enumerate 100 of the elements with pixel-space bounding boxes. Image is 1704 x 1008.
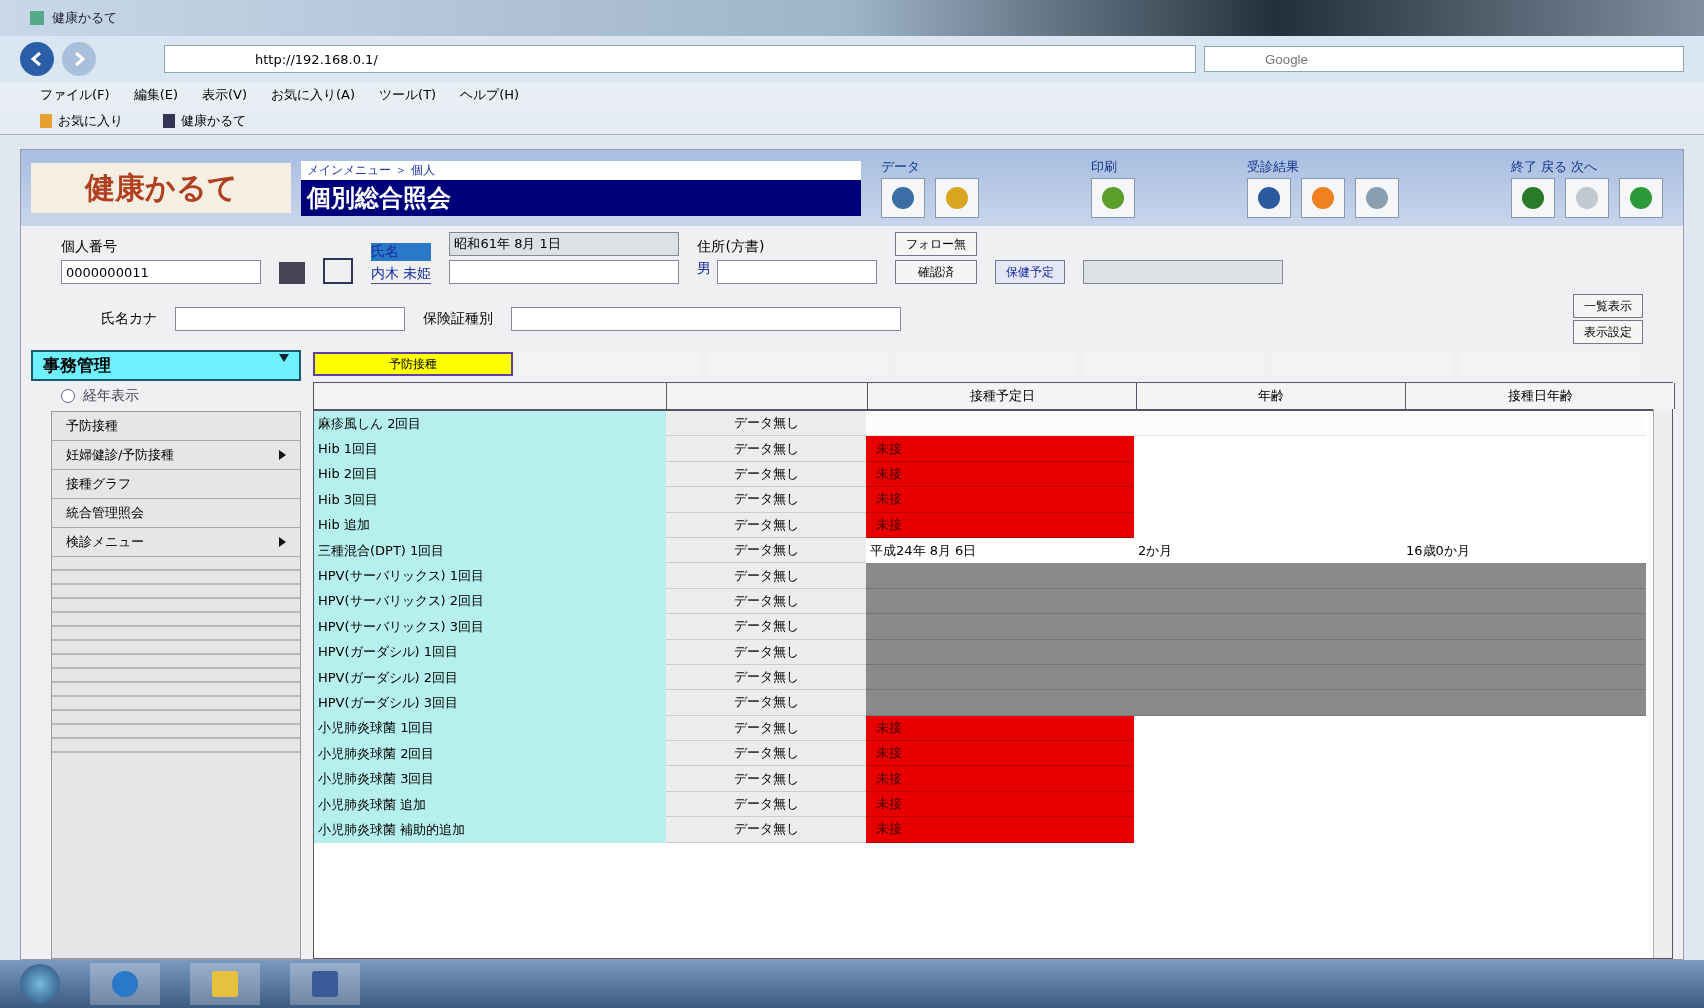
favorites-link[interactable]: お気に入り	[40, 112, 123, 130]
follow-button[interactable]: フォロー無	[895, 232, 978, 256]
vaccine-name: Hib 追加	[314, 512, 666, 538]
scrollbar[interactable]	[1653, 409, 1672, 958]
overdue-cell: 未接	[866, 817, 1134, 843]
follow-button[interactable]: 確認済	[895, 260, 978, 284]
list-button[interactable]: 一覧表示	[1573, 294, 1643, 318]
side-menu-item[interactable]: 検診メニュー	[52, 528, 300, 557]
vaccine-name: HPV(サーバリックス) 3回目	[314, 614, 666, 640]
toolbar-button[interactable]	[1247, 178, 1291, 218]
overdue-cell: 未接	[866, 512, 1134, 538]
status-cell: データ無し	[666, 817, 866, 843]
overdue-cell: 未接	[866, 436, 1134, 462]
taskbar-button[interactable]	[290, 963, 360, 1005]
vaccine-name: Hib 2回目	[314, 461, 666, 488]
side-menu-item[interactable]: 予防接種	[52, 412, 300, 441]
vaccine-name: 小児肺炎球菌 補助的追加	[314, 817, 666, 843]
address-field[interactable]: http://192.168.0.1/	[164, 45, 1196, 73]
round-icon	[891, 186, 915, 210]
kana-field[interactable]	[175, 307, 405, 331]
app-icon	[30, 11, 44, 25]
status-cell: データ無し	[666, 766, 866, 792]
vaccine-name: 三種混合(DPT) 1回目	[314, 537, 666, 564]
toolbar-button[interactable]	[935, 178, 979, 218]
overdue-cell: 未接	[866, 715, 1134, 742]
toolbar-button[interactable]	[1565, 178, 1609, 218]
menu-item[interactable]: ツール(T)	[379, 86, 437, 104]
vaccine-name: HPV(ガーダシル) 2回目	[314, 664, 666, 691]
plan-button[interactable]: 保健予定	[995, 260, 1066, 284]
round-icon	[1629, 186, 1653, 210]
round-icon	[1101, 186, 1125, 210]
toolbar-label: 印刷	[1091, 158, 1118, 176]
name-label: 氏名	[371, 243, 432, 261]
address-field[interactable]	[717, 260, 878, 284]
search-field[interactable]: Google	[1204, 46, 1684, 72]
sex-value: 男	[697, 260, 712, 278]
input-field[interactable]	[1083, 260, 1284, 284]
round-icon	[1365, 186, 1389, 210]
round-icon	[1521, 186, 1545, 210]
status-cell: データ無し	[666, 639, 866, 665]
vaccine-name: HPV(ガーダシル) 1回目	[314, 639, 666, 665]
status-cell: データ無し	[666, 487, 866, 513]
dropdown-arrow-icon	[279, 354, 289, 362]
toolbar-button[interactable]	[1091, 178, 1135, 218]
round-icon	[945, 186, 969, 210]
overdue-cell: 未接	[866, 791, 1134, 818]
status-cell: データ無し	[666, 741, 866, 767]
taskbar-button[interactable]	[190, 963, 260, 1005]
list-button[interactable]: 表示設定	[1573, 320, 1643, 344]
id-field[interactable]: 0000000011	[61, 260, 261, 284]
address-label: 住所(方書)	[697, 238, 766, 256]
toolbar-button[interactable]	[1511, 178, 1555, 218]
toolbar-button[interactable]	[1355, 178, 1399, 218]
input-field[interactable]	[449, 260, 680, 284]
side-menu-item[interactable]: 妊婦健診/予防接種	[52, 441, 300, 470]
vaccine-name: 小児肺炎球菌 1回目	[314, 715, 666, 742]
column-header: 年齢	[1137, 383, 1406, 409]
status-cell: データ無し	[666, 690, 866, 716]
card-icon	[279, 262, 305, 284]
round-icon	[1575, 186, 1599, 210]
overdue-cell: 未接	[866, 741, 1134, 767]
side-menu-item[interactable]: 接種グラフ	[52, 470, 300, 499]
history-radio[interactable]: 経年表示	[31, 387, 301, 405]
window-title: 健康かるて	[52, 9, 117, 27]
overdue-cell: 未接	[866, 487, 1134, 513]
taskbar-button[interactable]	[90, 963, 160, 1005]
toolbar-button[interactable]	[1301, 178, 1345, 218]
age-cell-text: 2か月	[1137, 541, 1174, 560]
overdue-cell: 未接	[866, 766, 1134, 792]
toolbar-button[interactable]	[881, 178, 925, 218]
category-dropdown[interactable]: 事務管理	[31, 350, 301, 381]
name-value: 内木 未姫	[371, 265, 432, 284]
status-cell: データ無し	[666, 411, 866, 437]
status-cell: データ無し	[666, 614, 866, 640]
vaccine-name: HPV(サーバリックス) 2回目	[314, 588, 666, 615]
vaccine-name: 小児肺炎球菌 3回目	[314, 766, 666, 792]
circle-icon	[112, 971, 138, 997]
age-cell-text: 16歳0か月	[1405, 541, 1471, 560]
toolbar-button[interactable]	[1619, 178, 1663, 218]
tab[interactable]: 予防接種	[313, 352, 513, 376]
toolbar-label: 終了 戻る 次へ	[1511, 158, 1599, 176]
menu-item[interactable]: お気に入り(A)	[271, 86, 356, 104]
menu-item[interactable]: ファイル(F)	[40, 86, 110, 104]
kana-label: 氏名カナ	[101, 310, 157, 328]
breadcrumb: メインメニュー ＞ 個人	[301, 160, 861, 180]
menu-item[interactable]: 編集(E)	[133, 86, 178, 104]
status-cell: データ無し	[666, 791, 866, 818]
favorite-icon	[40, 114, 52, 128]
forward-button[interactable]	[62, 42, 96, 76]
submenu-arrow-icon	[279, 450, 286, 460]
date-cell-text: 平成24年 8月 6日	[869, 541, 978, 560]
start-button[interactable]	[20, 964, 60, 1004]
insurance-label: 保険証種別	[423, 310, 493, 328]
favorites-link[interactable]: 健康かるて	[163, 112, 246, 130]
column-header: 接種予定日	[868, 383, 1137, 409]
insurance-field[interactable]	[511, 307, 901, 331]
side-menu-item[interactable]: 統合管理照会	[52, 499, 300, 528]
back-button[interactable]	[20, 42, 54, 76]
menu-item[interactable]: 表示(V)	[202, 86, 248, 104]
menu-item[interactable]: ヘルプ(H)	[460, 86, 520, 104]
